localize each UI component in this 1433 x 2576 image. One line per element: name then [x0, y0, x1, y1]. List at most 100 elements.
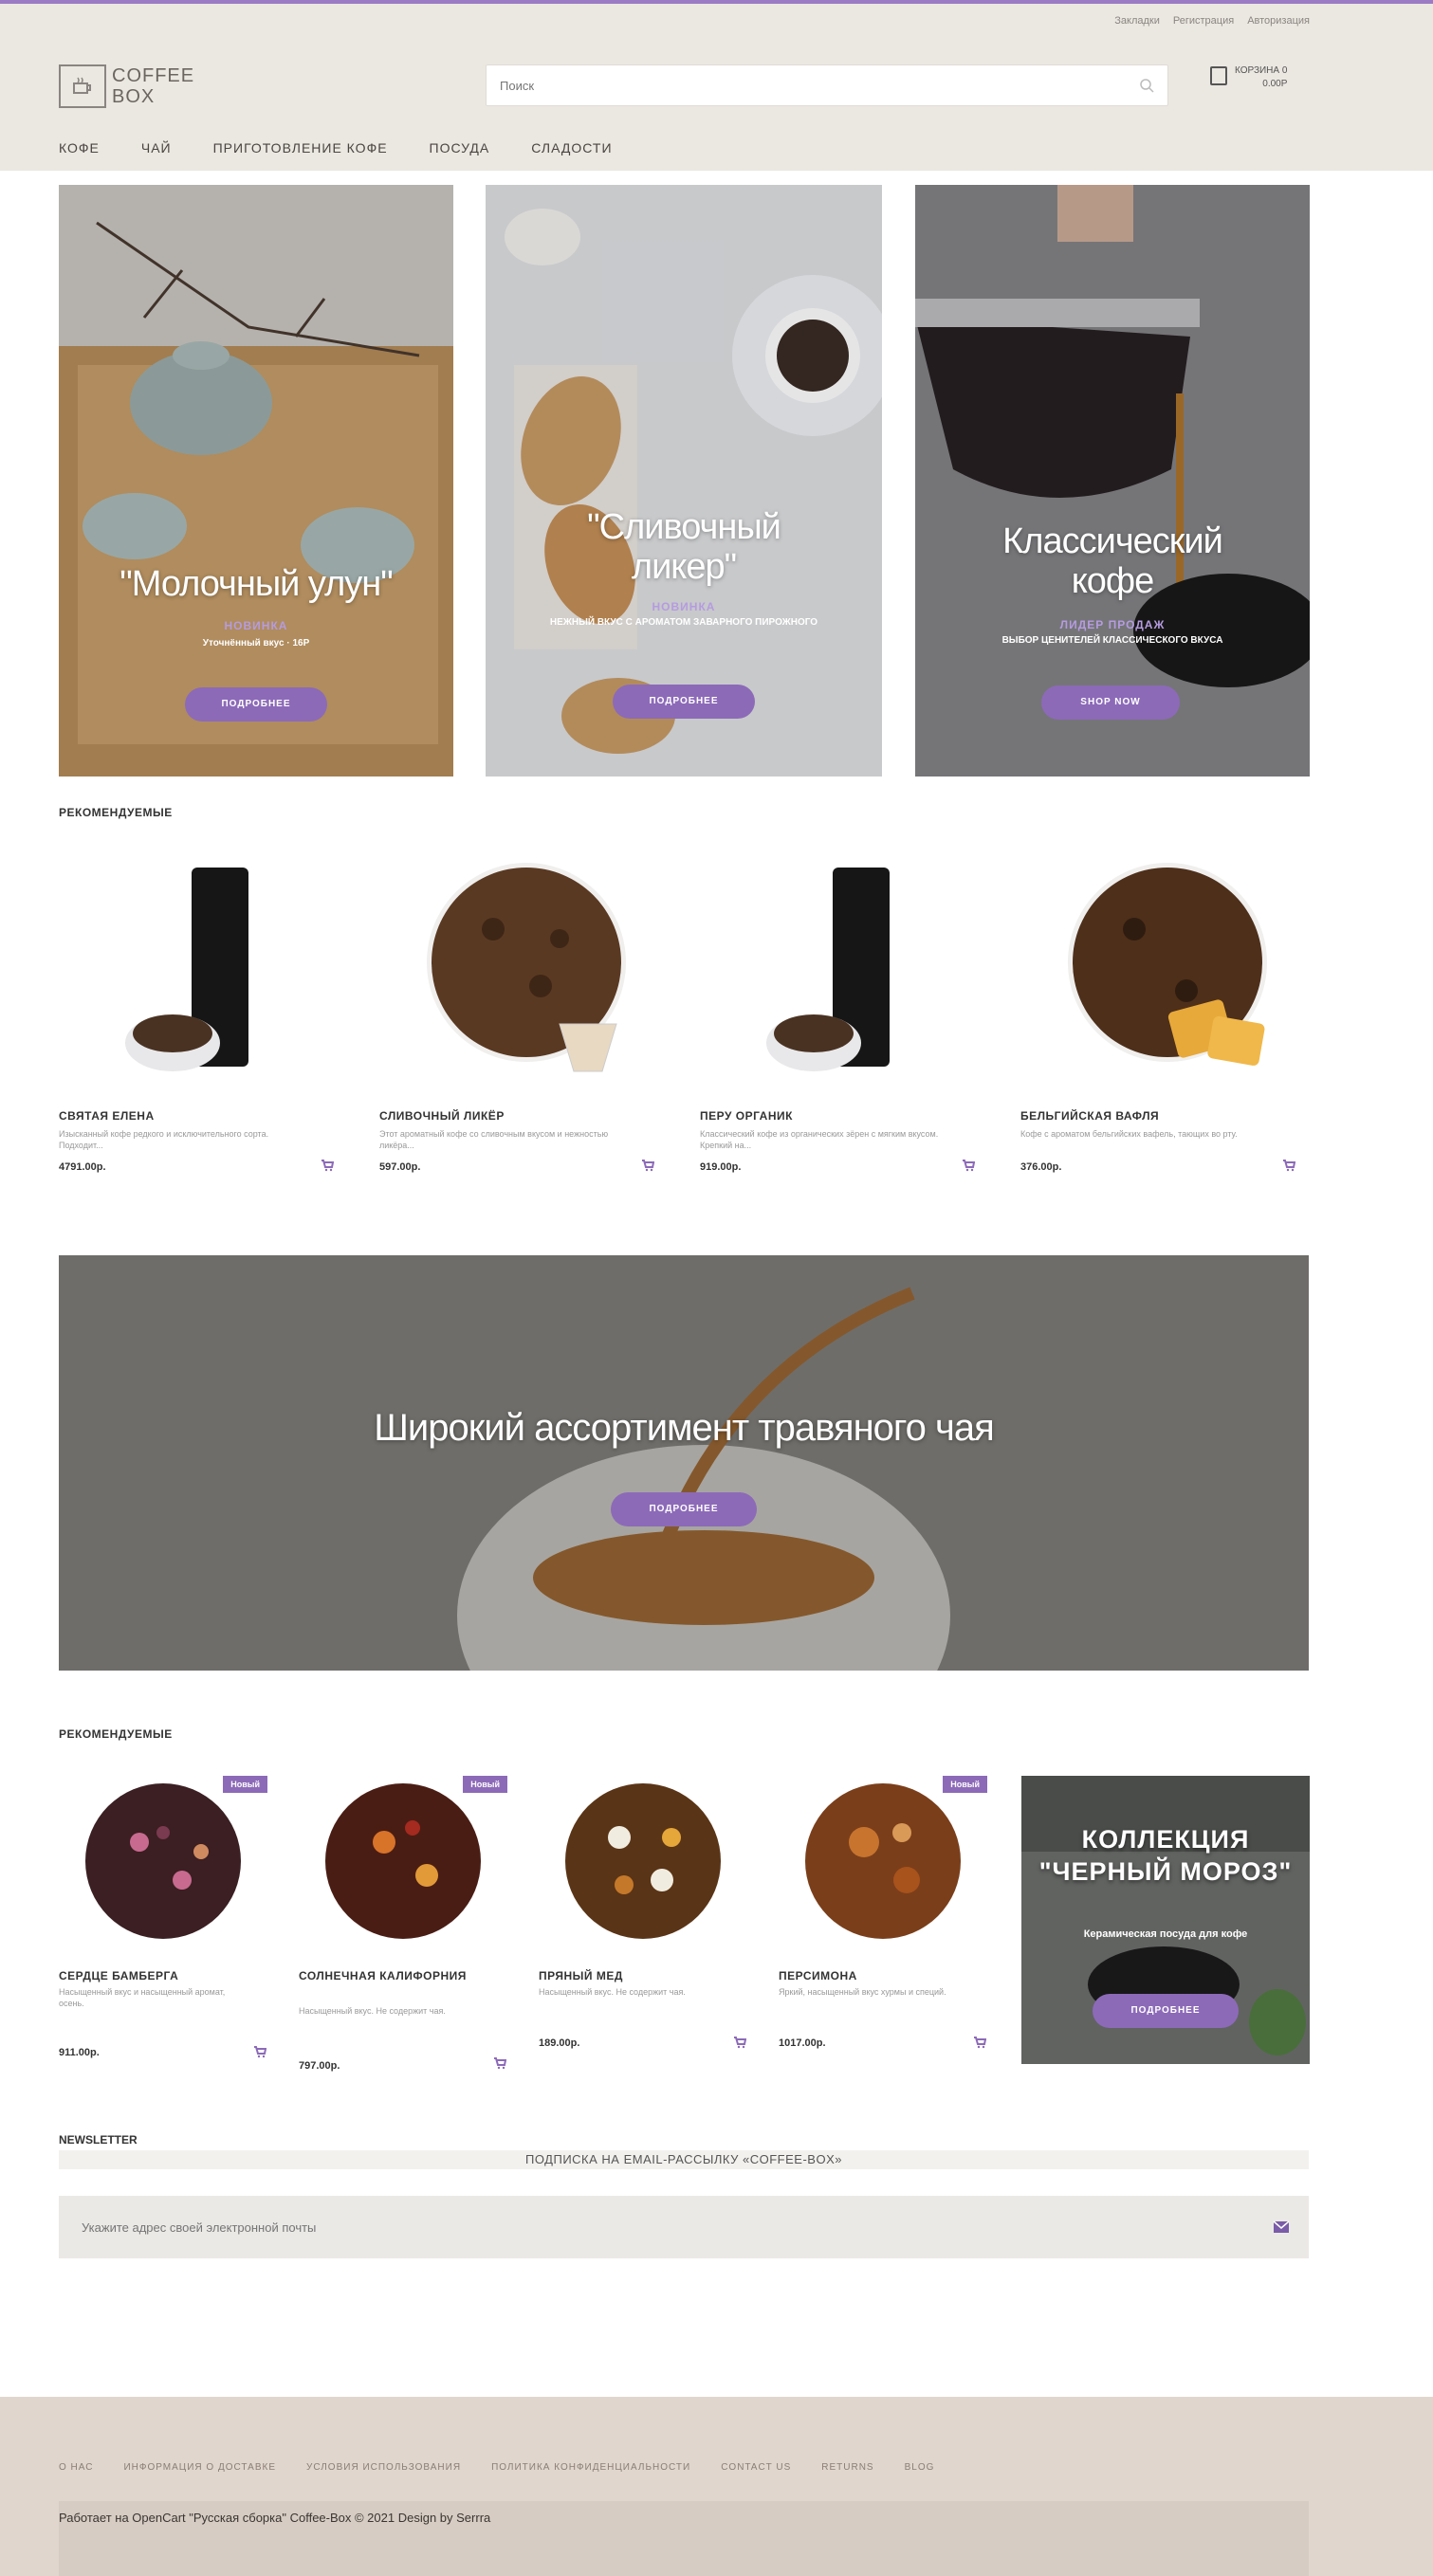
banner-title: Широкий ассортимент травяного чая [374, 1407, 994, 1449]
nav-item-sweets[interactable]: СЛАДОСТИ [531, 140, 612, 155]
product-card[interactable]: БЕЛЬГИЙСКАЯ ВАФЛЯ Кофе с ароматом бельги… [1020, 853, 1295, 1173]
search-icon[interactable] [1139, 78, 1154, 93]
new-badge: Новый [943, 1776, 987, 1793]
search-input[interactable] [487, 65, 1112, 105]
collection-title: КОЛЛЕКЦИЯ "ЧЕРНЫЙ МОРОЗ" [1038, 1825, 1293, 1886]
collection-subtitle: Керамическая посуда для кофе [1083, 1928, 1248, 1940]
product-price: 1017.00р. [779, 2037, 826, 2049]
promo-banner-classic-coffee[interactable]: Классический кофе ЛИДЕР ПРОДАЖ ВЫБОР ЦЕН… [915, 185, 1310, 776]
product-name[interactable]: СЕРДЦЕ БАМБЕРГА [59, 1967, 248, 1984]
logo-line-2: BOX [112, 86, 156, 107]
banner-title: "Молочный улун" [119, 564, 393, 604]
site-header: Закладки Регистрация Авторизация COFFEE … [0, 4, 1433, 171]
add-to-cart-icon[interactable] [1282, 1159, 1295, 1172]
banner-shop-button[interactable]: SHOP NOW [1041, 685, 1180, 720]
banner-subtitle: ВЫБОР ЦЕНИТЕЛЕЙ КЛАССИЧЕСКОГО ВКУСА [1001, 635, 1223, 646]
product-card[interactable]: СВЯТАЯ ЕЛЕНА Изысканный кофе редкого и и… [59, 853, 334, 1173]
coffee-cup-icon [59, 64, 106, 108]
tea-card[interactable]: Новый СОЛНЕЧНАЯ КАЛИФОРНИЯ Насыщенный вк… [299, 1776, 507, 2072]
nav-item-brewing[interactable]: ПРИГОТОВЛЕНИЕ КОФЕ [213, 140, 388, 155]
new-badge: Новый [223, 1776, 267, 1793]
product-name[interactable]: СОЛНЕЧНАЯ КАЛИФОРНИЯ [299, 1967, 488, 1984]
tea-card[interactable]: Новый СЕРДЦЕ БАМБЕРГА Насыщенный вкус и … [59, 1776, 267, 2058]
banner-subtitle: Уточнённый вкус · 16Р [202, 638, 310, 649]
tea-pour-photo [59, 1255, 1309, 1671]
product-card[interactable]: ПЕРУ ОРГАНИК Классический кофе из органи… [700, 853, 975, 1173]
banner-details-button[interactable]: ПОДРОБНЕЕ [185, 687, 327, 722]
copyright-bar: Работает на OpenCart "Русская сборка" Co… [59, 2501, 1309, 2576]
nav-item-tea[interactable]: ЧАЙ [141, 140, 172, 155]
wishlist-link[interactable]: Закладки [1114, 15, 1160, 27]
cart-button[interactable]: КОРЗИНА 0 0.00Р [1210, 64, 1287, 91]
newsletter-email-input[interactable] [59, 2196, 1197, 2258]
add-to-cart-icon[interactable] [733, 2036, 746, 2049]
product-image [85, 1783, 241, 1939]
add-to-cart-icon[interactable] [321, 1159, 334, 1172]
promo-banner-milk-oolong[interactable]: "Молочный улун" НОВИНКА Уточнённый вкус … [59, 185, 453, 776]
product-price: 597.00р. [379, 1161, 421, 1173]
banner-title: "Сливочный ликер" [587, 507, 781, 587]
product-description: Изысканный кофе редкого и исключительног… [59, 1129, 269, 1150]
product-price: 189.00р. [539, 2037, 580, 2049]
product-image [766, 868, 890, 1071]
footer-link-delivery[interactable]: ИНФОРМАЦИЯ О ДОСТАВКЕ [123, 2462, 276, 2473]
register-link[interactable]: Регистрация [1173, 15, 1234, 27]
add-to-cart-icon[interactable] [962, 1159, 975, 1172]
product-price: 919.00р. [700, 1161, 742, 1173]
mail-icon[interactable] [1273, 2220, 1290, 2234]
product-name[interactable]: БЕЛЬГИЙСКАЯ ВАФЛЯ [1020, 1109, 1159, 1123]
product-price: 797.00р. [299, 2060, 340, 2072]
footer-link-contact[interactable]: CONTACT US [721, 2462, 791, 2473]
product-image [565, 1783, 721, 1939]
footer-link-blog[interactable]: BLOG [905, 2462, 935, 2473]
new-badge: Новый [463, 1776, 507, 1793]
product-image [805, 1783, 961, 1939]
add-to-cart-icon[interactable] [253, 2045, 266, 2058]
nav-item-dishes[interactable]: ПОСУДА [430, 140, 490, 155]
login-link[interactable]: Авторизация [1247, 15, 1310, 27]
section-title-featured: РЕКОМЕНДУЕМЫЕ [59, 806, 173, 819]
footer-link-about[interactable]: О НАС [59, 2462, 93, 2473]
product-name[interactable]: СЛИВОЧНЫЙ ЛИКЁР [379, 1109, 505, 1123]
logo-text: COFFEE BOX [112, 65, 194, 107]
add-to-cart-icon[interactable] [641, 1159, 654, 1172]
product-name[interactable]: ПРЯНЫЙ МЕД [539, 1967, 728, 1984]
product-card[interactable]: СЛИВОЧНЫЙ ЛИКЁР Этот ароматный кофе со с… [379, 853, 654, 1173]
product-price: 376.00р. [1020, 1161, 1062, 1173]
banner-title: Классический кофе [1002, 521, 1223, 601]
logo[interactable]: COFFEE BOX [59, 64, 194, 108]
cart-count: КОРЗИНА 0 [1235, 65, 1288, 76]
product-image [325, 1783, 481, 1939]
product-image [125, 868, 248, 1071]
product-name[interactable]: ПЕРУ ОРГАНИК [700, 1109, 793, 1123]
product-description: Насыщенный вкус. Не содержит чая. [299, 2006, 446, 2016]
cart-icon [1210, 66, 1227, 85]
banner-details-button[interactable]: ПОДРОБНЕЕ [613, 685, 755, 719]
product-description: Классический кофе из органических зёрен … [700, 1129, 939, 1150]
banner-tag: НОВИНКА [652, 600, 716, 613]
add-to-cart-icon[interactable] [973, 2036, 986, 2049]
banner-tag: НОВИНКА [224, 619, 288, 632]
add-to-cart-icon[interactable] [493, 2056, 506, 2070]
product-description: Этот ароматный кофе со сливочным вкусом … [379, 1129, 609, 1150]
promo-banner-cream-liqueur[interactable]: "Сливочный ликер" НОВИНКА НЕЖНЫЙ ВКУС С … [486, 185, 882, 776]
product-price: 4791.00р. [59, 1161, 106, 1173]
collection-promo[interactable]: КОЛЛЕКЦИЯ "ЧЕРНЫЙ МОРОЗ" Керамическая по… [1021, 1776, 1310, 2064]
footer-link-terms[interactable]: УСЛОВИЯ ИСПОЛЬЗОВАНИЯ [306, 2462, 461, 2473]
collection-details-button[interactable]: ПОДРОБНЕЕ [1093, 1994, 1239, 2028]
banner-details-button[interactable]: ПОДРОБНЕЕ [611, 1492, 757, 1526]
product-description: Насыщенный вкус и насыщенный аромат, осе… [59, 1987, 226, 2008]
footer-link-privacy[interactable]: ПОЛИТИКА КОНФИДЕНЦИАЛЬНОСТИ [491, 2462, 690, 2473]
footer-link-returns[interactable]: RETURNS [821, 2462, 873, 2473]
product-name[interactable]: ПЕРСИМОНА [779, 1967, 968, 1984]
product-name[interactable]: СВЯТАЯ ЕЛЕНА [59, 1109, 155, 1123]
product-price: 911.00р. [59, 2047, 100, 2058]
banner-subtitle: НЕЖНЫЙ ВКУС С АРОМАТОМ ЗАВАРНОГО ПИРОЖНО… [549, 617, 818, 628]
site-footer: О НАС ИНФОРМАЦИЯ О ДОСТАВКЕ УСЛОВИЯ ИСПО… [0, 2397, 1433, 2576]
herbal-tea-banner[interactable]: Широкий ассортимент травяного чая ПОДРОБ… [59, 1255, 1309, 1671]
tea-card[interactable]: ПРЯНЫЙ МЕД Насыщенный вкус. Не содержит … [539, 1776, 747, 2049]
product-image [1068, 863, 1267, 1066]
nav-item-coffee[interactable]: КОФЕ [59, 140, 100, 155]
tea-card[interactable]: Новый ПЕРСИМОНА Яркий, насыщенный вкус х… [779, 1776, 987, 2049]
copyright-text: Работает на OpenCart "Русская сборка" Co… [59, 2511, 491, 2525]
